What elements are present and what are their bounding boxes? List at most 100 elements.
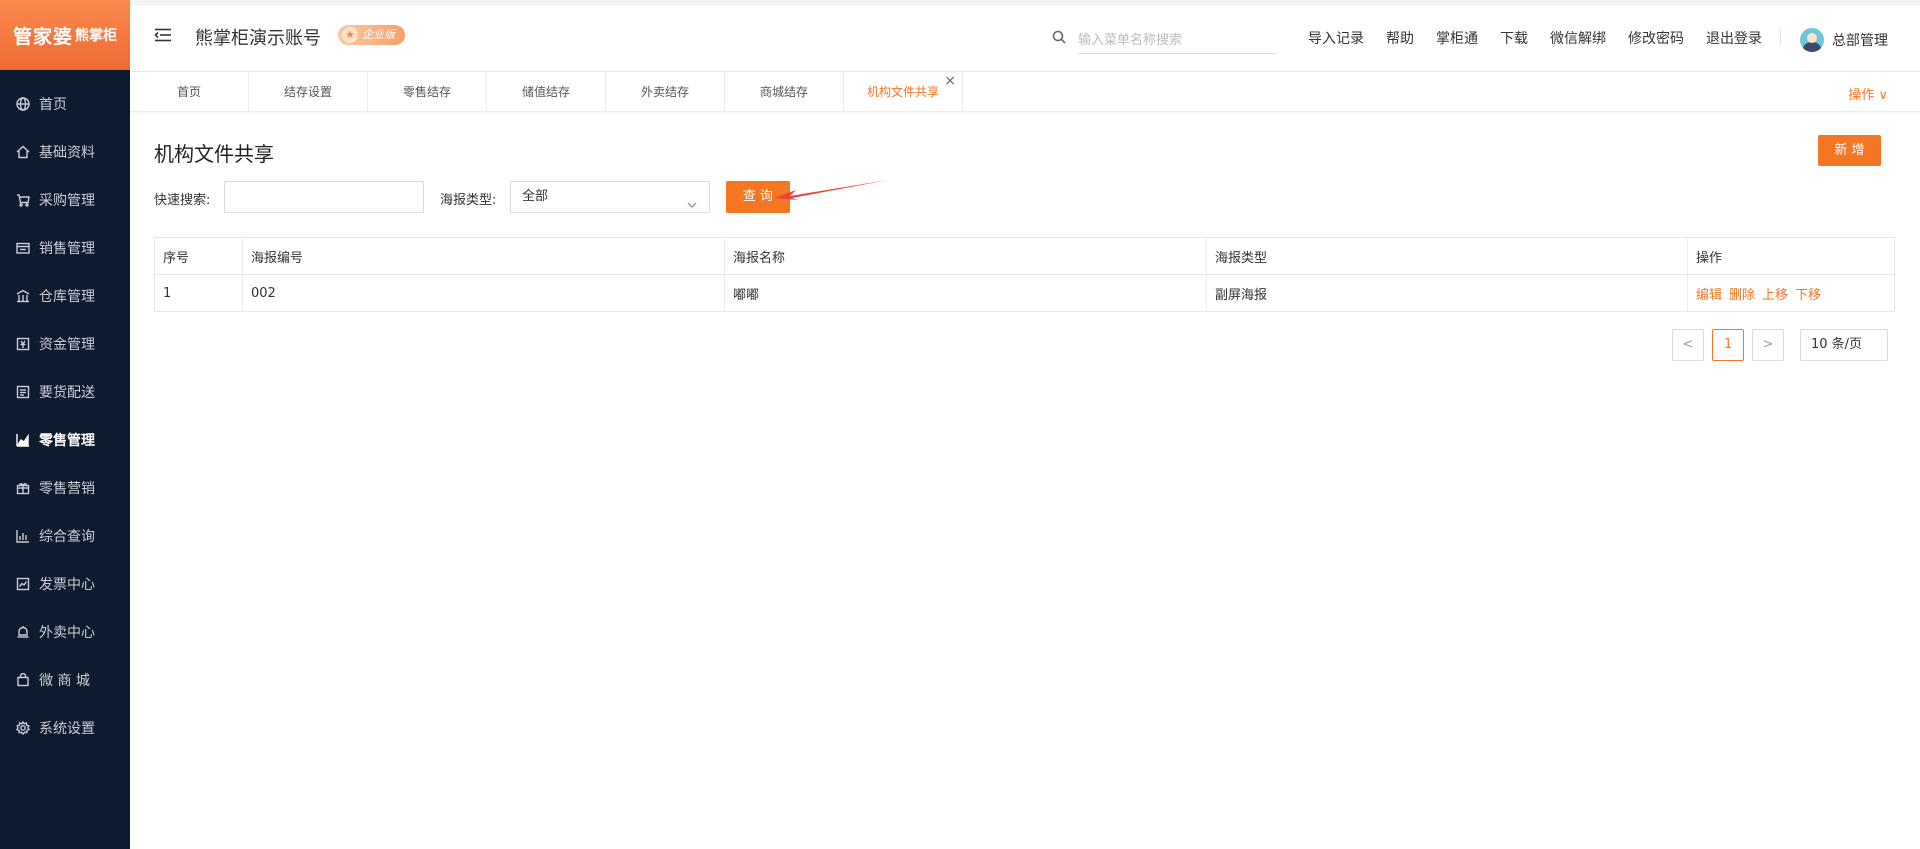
col-header-type: 海报类型 [1206, 237, 1688, 275]
edition-badge-label: 企业版 [362, 28, 395, 41]
sidebar: 管家婆 熊掌柜 首页 基础资料 采购管理 销售管理 仓库管理 资金管理 要货配送… [0, 0, 130, 849]
sidebar-item-label: 发票中心 [39, 577, 95, 593]
quick-search-input[interactable] [224, 181, 424, 213]
sidebar-item-takeout[interactable]: 外卖中心 [0, 608, 130, 656]
globe-icon [16, 97, 30, 111]
list-icon [16, 385, 30, 399]
sidebar-item-basic-data[interactable]: 基础资料 [0, 128, 130, 176]
move-down-link[interactable]: 下移 [1795, 288, 1821, 303]
brand-logo[interactable]: 管家婆 熊掌柜 [0, 0, 130, 70]
sidebar-item-label: 基础资料 [39, 145, 95, 161]
tab-label: 机构文件共享 [866, 85, 939, 99]
sidebar-item-marketing[interactable]: 零售营销 [0, 464, 130, 512]
sidebar-item-label: 零售管理 [39, 433, 95, 449]
move-up-link[interactable]: 上移 [1762, 288, 1788, 303]
tab-balance-settings[interactable]: 结存设置 [249, 72, 368, 112]
header-links: 导入记录 帮助 掌柜通 下载 微信解绑 修改密码 退出登录 [1308, 28, 1762, 48]
sidebar-item-label: 微 商 城 [39, 673, 90, 689]
logo-brand: 管家婆 [12, 25, 73, 48]
gear-icon [16, 721, 30, 735]
tab-retail-balance[interactable]: 零售结存 [368, 72, 487, 112]
gift-icon [16, 481, 30, 495]
star-icon: ★ [342, 27, 358, 43]
logout-link[interactable]: 退出登录 [1706, 28, 1762, 48]
page-1-button[interactable]: 1 [1712, 329, 1744, 361]
sidebar-item-warehouse[interactable]: 仓库管理 [0, 272, 130, 320]
sidebar-item-sales[interactable]: 销售管理 [0, 224, 130, 272]
poster-type-label: 海报类型: [440, 193, 497, 208]
search-icon[interactable] [1052, 30, 1066, 44]
edition-badge: ★ 企业版 [338, 25, 405, 45]
header-top-strip [130, 0, 1920, 6]
download-link[interactable]: 下载 [1500, 28, 1528, 48]
menu-search [1052, 26, 1276, 54]
sidebar-item-home[interactable]: 首页 [0, 80, 130, 128]
tab-org-file-sharing[interactable]: 机构文件共享 × [844, 72, 963, 112]
cart-icon [16, 193, 30, 207]
sidebar-item-purchase[interactable]: 采购管理 [0, 176, 130, 224]
bag-icon [16, 673, 30, 687]
add-button[interactable]: 新 增 [1818, 135, 1881, 166]
col-header-index: 序号 [154, 237, 243, 275]
menu-search-input[interactable] [1078, 26, 1276, 54]
sidebar-item-label: 零售营销 [39, 481, 95, 497]
sidebar-item-funds[interactable]: 资金管理 [0, 320, 130, 368]
cell-type: 副屏海报 [1206, 274, 1688, 312]
change-password-link[interactable]: 修改密码 [1628, 28, 1684, 48]
next-page-button[interactable]: > [1752, 329, 1784, 361]
tab-stored-value-balance[interactable]: 储值结存 [487, 72, 606, 112]
logo-sub: 熊掌柜 [75, 28, 117, 44]
tab-takeout-balance[interactable]: 外卖结存 [606, 72, 725, 112]
col-header-actions: 操作 [1687, 237, 1895, 275]
invoice-icon [16, 577, 30, 591]
sales-icon [16, 241, 30, 255]
sidebar-item-retail[interactable]: 零售管理 [0, 416, 130, 464]
page-tabs: 首页 结存设置 零售结存 储值结存 外卖结存 商城结存 机构文件共享 × 操作 … [130, 72, 1920, 112]
sidebar-item-distribution[interactable]: 要货配送 [0, 368, 130, 416]
import-records-link[interactable]: 导入记录 [1308, 28, 1364, 48]
tab-mall-balance[interactable]: 商城结存 [725, 72, 844, 112]
sidebar-item-mall[interactable]: 微 商 城 [0, 656, 130, 704]
menu-toggle-icon[interactable] [154, 28, 172, 42]
sidebar-item-query[interactable]: 综合查询 [0, 512, 130, 560]
user-menu[interactable]: 总部管理 [1800, 28, 1888, 52]
sidebar-item-settings[interactable]: 系统设置 [0, 704, 130, 752]
chevron-down-icon [687, 192, 697, 208]
tabs-operation-dropdown[interactable]: 操作 ∨ [1848, 84, 1888, 103]
query-button[interactable]: 查 询 [726, 181, 790, 213]
page-size-select[interactable]: 10 条/页 [1800, 329, 1888, 361]
warehouse-icon [16, 289, 30, 303]
chart-icon [16, 433, 30, 447]
sidebar-item-label: 采购管理 [39, 193, 95, 209]
poster-type-select[interactable]: 全部 [510, 181, 710, 213]
home-icon [16, 145, 30, 159]
edit-link[interactable]: 编辑 [1696, 288, 1722, 303]
help-link[interactable]: 帮助 [1386, 28, 1414, 48]
close-icon[interactable]: × [944, 61, 956, 101]
sidebar-item-label: 外卖中心 [39, 625, 95, 641]
zhanggui-tong-link[interactable]: 掌柜通 [1436, 28, 1478, 48]
avatar [1800, 28, 1824, 52]
quick-search-label: 快速搜索: [154, 193, 211, 208]
sidebar-nav: 首页 基础资料 采购管理 销售管理 仓库管理 资金管理 要货配送 零售管理 零售… [0, 80, 130, 752]
wechat-unbind-link[interactable]: 微信解绑 [1550, 28, 1606, 48]
col-header-code: 海报编号 [242, 237, 725, 275]
account-name: 熊掌柜演示账号 [195, 28, 321, 49]
tab-home[interactable]: 首页 [130, 72, 249, 112]
bell-icon [16, 625, 30, 639]
table-row: 1 002 嘟嘟 副屏海报 编辑 删除 上移 下移 [154, 274, 1895, 312]
prev-page-button[interactable]: < [1672, 329, 1704, 361]
poster-table: 序号 海报编号 海报名称 海报类型 操作 1 002 嘟嘟 副屏海报 编辑 删除上… [154, 237, 1895, 312]
cell-name: 嘟嘟 [724, 274, 1207, 312]
delete-link[interactable]: 删除 [1729, 288, 1755, 303]
poster-type-value: 全部 [522, 189, 549, 204]
sidebar-item-invoice[interactable]: 发票中心 [0, 560, 130, 608]
sidebar-item-label: 要货配送 [39, 385, 95, 401]
sidebar-item-label: 系统设置 [39, 721, 95, 737]
sidebar-item-label: 资金管理 [39, 337, 95, 353]
cell-index: 1 [154, 274, 243, 312]
sidebar-item-label: 仓库管理 [39, 289, 95, 305]
table-header-row: 序号 海报编号 海报名称 海报类型 操作 [154, 237, 1895, 275]
sidebar-item-label: 首页 [39, 97, 67, 113]
page-title: 机构文件共享 [154, 142, 274, 166]
